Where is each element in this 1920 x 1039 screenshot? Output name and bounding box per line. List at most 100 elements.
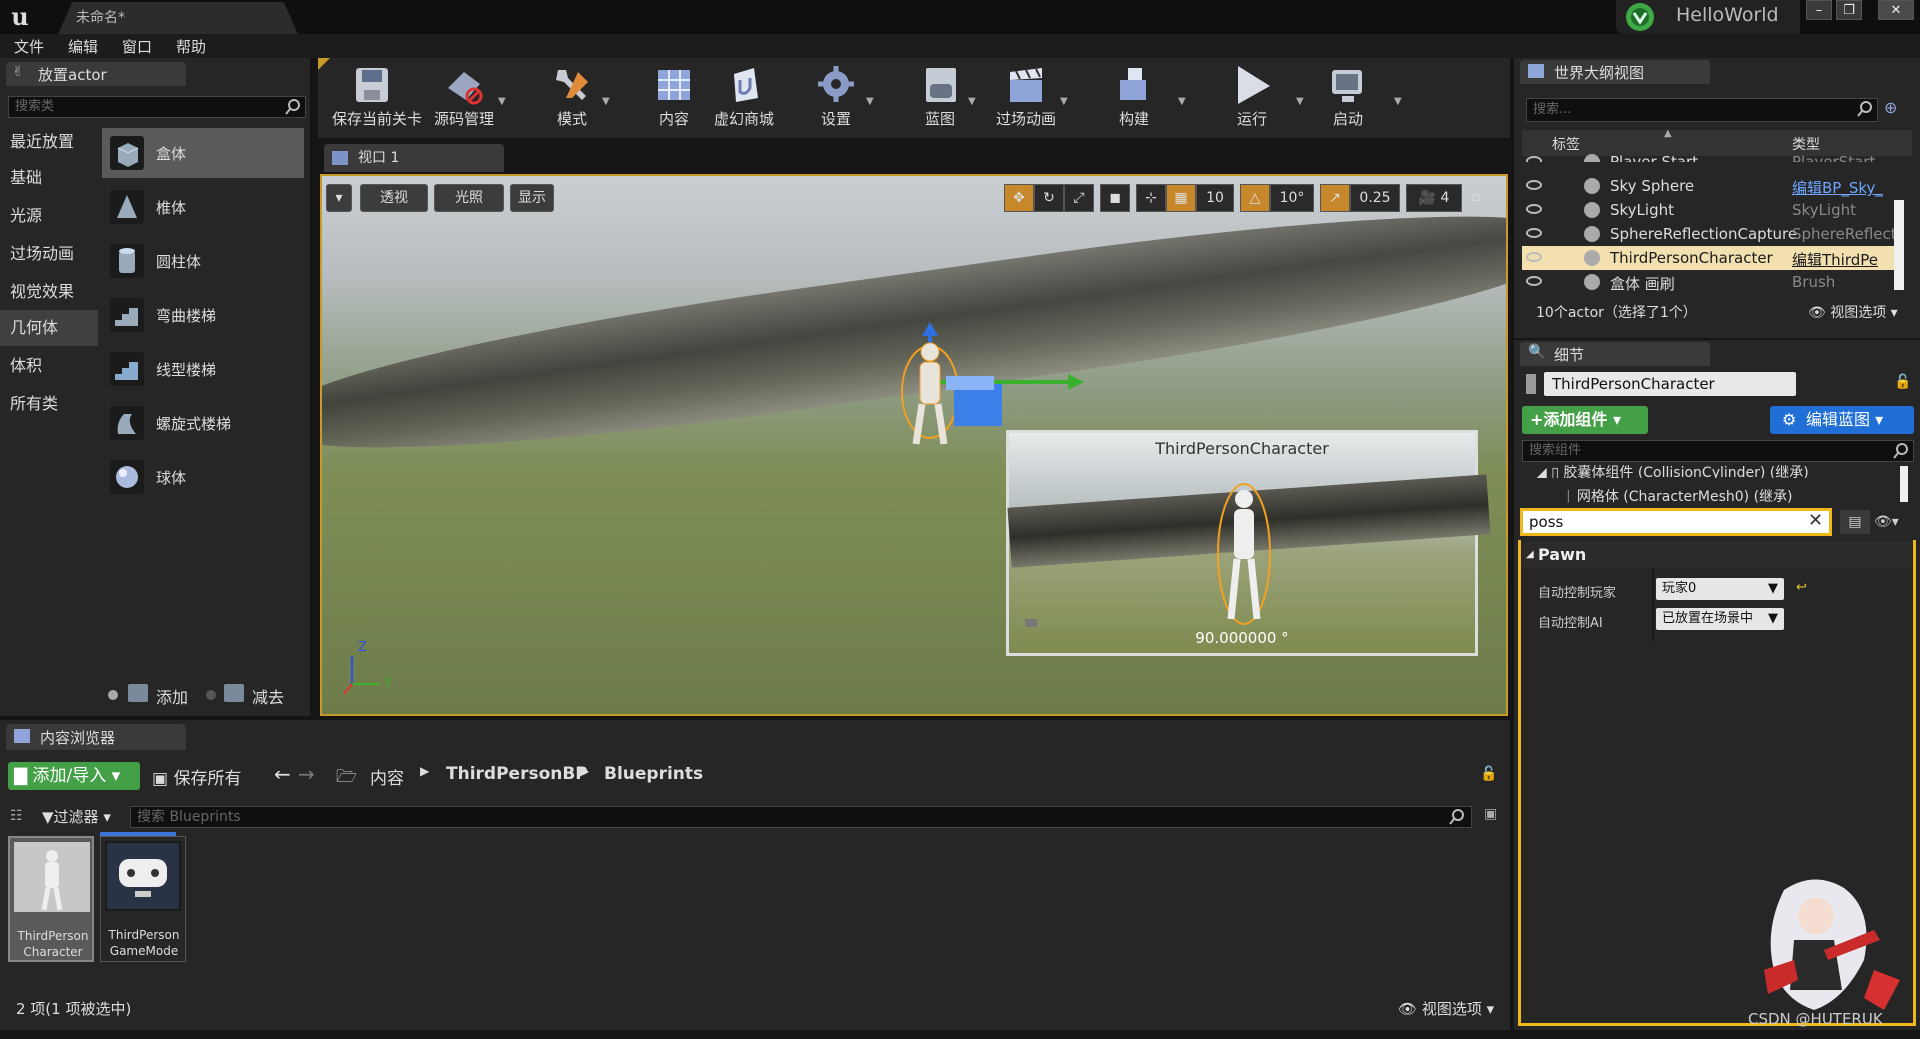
- cinematics-button[interactable]: 过场动画: [986, 62, 1066, 138]
- modes-button[interactable]: 模式: [532, 62, 612, 138]
- visibility-eye-icon[interactable]: [1526, 156, 1542, 162]
- category-lights[interactable]: 光源: [0, 198, 98, 234]
- world-local-icon[interactable]: ◼: [1100, 184, 1130, 212]
- path-thirdpersonbp[interactable]: ThirdPersonBP: [446, 764, 588, 784]
- save-all-button[interactable]: ▣ 保存所有: [152, 764, 241, 789]
- asset-third-person-character[interactable]: ThirdPerson Character: [8, 836, 94, 962]
- category-recent[interactable]: 最近放置: [0, 124, 98, 160]
- content-button[interactable]: 内容: [634, 62, 714, 138]
- shape-cone[interactable]: 椎体: [102, 182, 304, 232]
- grid-snap-value[interactable]: 10: [1196, 184, 1234, 212]
- lock-icon[interactable]: 🔓: [1480, 766, 1497, 782]
- dropdown-arrow-icon[interactable]: ▼: [602, 96, 610, 107]
- camera-speed-button[interactable]: 🎥 4: [1406, 184, 1462, 212]
- shape-curved-stairs[interactable]: 弯曲楼梯: [102, 290, 304, 340]
- auto-possess-player-select[interactable]: 玩家0 ▼: [1656, 578, 1784, 600]
- outliner-row[interactable]: SkyLight SkyLight: [1522, 198, 1900, 222]
- component-search-input[interactable]: 搜索组件: [1522, 440, 1914, 462]
- visibility-eye-icon[interactable]: [1526, 228, 1542, 238]
- outliner-row[interactable]: ThirdPersonCharacter 编辑ThirdPe: [1522, 246, 1900, 270]
- add-component-button[interactable]: +添加组件 ▾: [1522, 406, 1648, 434]
- maximize-button[interactable]: ❐: [1836, 0, 1862, 20]
- outliner-row[interactable]: 盒体 画刷 Brush: [1522, 270, 1900, 294]
- scale-tool-icon[interactable]: ⤢: [1064, 184, 1094, 212]
- forward-arrow-icon[interactable]: →: [298, 762, 315, 786]
- rotation-snap-icon[interactable]: △: [1240, 184, 1270, 212]
- category-volumes[interactable]: 体积: [0, 348, 98, 384]
- back-arrow-icon[interactable]: ←: [274, 762, 291, 786]
- menu-window[interactable]: 窗口: [122, 36, 152, 57]
- subtract-radio[interactable]: [206, 690, 216, 700]
- viewport-tab[interactable]: 视口 1: [324, 144, 504, 172]
- launch-button[interactable]: 启动: [1308, 62, 1388, 138]
- place-actor-tab[interactable]: ✌ 放置actor: [6, 62, 186, 86]
- settings-button[interactable]: 设置: [796, 62, 876, 138]
- level-viewport[interactable]: ▾ 透视 光照 显示 ✥ ↻ ⤢ ◼ ⊹ ▦ 10 △ 10° ↗ 0.25 🎥…: [320, 174, 1508, 716]
- reset-to-default-icon[interactable]: ↩: [1796, 580, 1807, 595]
- world-outliner-tab[interactable]: 世界大纲视图: [1520, 60, 1710, 84]
- actor-type[interactable]: 编辑ThirdPe: [1792, 249, 1898, 270]
- marketplace-button[interactable]: 虚幻商城: [704, 62, 784, 138]
- category-visual-effects[interactable]: 视觉效果: [0, 274, 98, 310]
- actor-name-field[interactable]: ThirdPersonCharacter: [1544, 372, 1796, 396]
- content-view-options[interactable]: 👁 视图选项 ▾: [1398, 998, 1494, 1019]
- surface-snap-icon[interactable]: ⊹: [1136, 184, 1166, 212]
- dropdown-arrow-icon[interactable]: ▼: [866, 96, 874, 107]
- grid-snap-icon[interactable]: ▦: [1166, 184, 1196, 212]
- menu-edit[interactable]: 编辑: [68, 36, 98, 57]
- show-button[interactable]: 显示: [510, 184, 554, 212]
- build-button[interactable]: 构建: [1094, 62, 1174, 138]
- search-icon[interactable]: [1856, 100, 1874, 118]
- dropdown-arrow-icon[interactable]: ▼: [1394, 96, 1402, 107]
- lock-icon[interactable]: 🔓: [1894, 374, 1911, 390]
- visibility-eye-icon[interactable]: [1526, 252, 1542, 262]
- document-tab[interactable]: 未命名*: [58, 2, 298, 34]
- outliner-row[interactable]: Player Start PlayerStart: [1522, 150, 1900, 162]
- path-separator-icon[interactable]: ▶: [420, 764, 429, 778]
- path-content[interactable]: 内容: [370, 764, 404, 789]
- shape-box[interactable]: 盒体: [102, 128, 304, 178]
- rotate-tool-icon[interactable]: ↻: [1034, 184, 1064, 212]
- category-geometry[interactable]: 几何体: [0, 310, 98, 346]
- visibility-eye-icon[interactable]: [1526, 204, 1542, 214]
- auto-possess-ai-select[interactable]: 已放置在场景中 ▼: [1656, 608, 1784, 630]
- outliner-view-options[interactable]: 👁 视图选项 ▾: [1808, 302, 1898, 322]
- rotation-snap-value[interactable]: 10°: [1270, 184, 1314, 212]
- lit-button[interactable]: 光照: [434, 184, 504, 212]
- translate-tool-icon[interactable]: ✥: [1004, 184, 1034, 212]
- dropdown-arrow-icon[interactable]: ▼: [498, 96, 506, 107]
- edit-blueprint-button[interactable]: ⚙ 编辑蓝图 ▾: [1770, 406, 1914, 434]
- property-matrix-icon[interactable]: ▤: [1840, 510, 1870, 534]
- play-button[interactable]: 运行: [1212, 62, 1292, 138]
- scale-snap-value[interactable]: 0.25: [1350, 184, 1400, 212]
- scale-snap-icon[interactable]: ↗: [1320, 184, 1350, 212]
- visibility-eye-icon[interactable]: [1526, 180, 1542, 190]
- shape-cylinder[interactable]: 圆柱体: [102, 236, 304, 286]
- dropdown-arrow-icon[interactable]: ▼: [1178, 96, 1186, 107]
- filters-button[interactable]: ▼过滤器 ▾: [42, 806, 111, 827]
- outliner-scrollbar[interactable]: [1894, 200, 1904, 290]
- perspective-button[interactable]: 透视: [360, 184, 428, 212]
- category-all-classes[interactable]: 所有类: [0, 386, 98, 422]
- shape-sphere[interactable]: 球体: [102, 452, 304, 502]
- path-blueprints[interactable]: Blueprints: [604, 764, 703, 784]
- category-cinematic[interactable]: 过场动画: [0, 236, 98, 272]
- place-actor-search-input[interactable]: 搜索类: [8, 96, 306, 118]
- folder-icon[interactable]: 🗁: [336, 764, 357, 793]
- close-button[interactable]: ✕: [1878, 0, 1914, 20]
- component-capsule[interactable]: ◢ ▯ 胶囊体组件 (CollisionCylinder) (继承): [1536, 462, 1809, 478]
- search-icon[interactable]: [1448, 808, 1466, 826]
- visibility-eye-icon[interactable]: [1526, 276, 1542, 286]
- source-control-button[interactable]: 源码管理: [424, 62, 504, 138]
- component-mesh[interactable]: ᛁ 网格体 (CharacterMesh0) (继承): [1564, 486, 1793, 506]
- path-separator-icon[interactable]: ▶: [580, 764, 589, 778]
- menu-file[interactable]: 文件: [14, 36, 44, 57]
- add-import-button[interactable]: ▇ 添加/导入 ▾: [8, 762, 140, 790]
- shape-spiral-stairs[interactable]: 螺旋式楼梯: [102, 398, 304, 448]
- search-icon[interactable]: [1892, 442, 1910, 460]
- add-folder-icon[interactable]: ⊕: [1884, 98, 1906, 120]
- dropdown-arrow-icon[interactable]: ▼: [968, 96, 976, 107]
- clear-filter-icon[interactable]: ✕: [1808, 510, 1823, 531]
- save-level-button[interactable]: 保存当前关卡: [332, 62, 422, 138]
- search-icon[interactable]: [284, 98, 302, 116]
